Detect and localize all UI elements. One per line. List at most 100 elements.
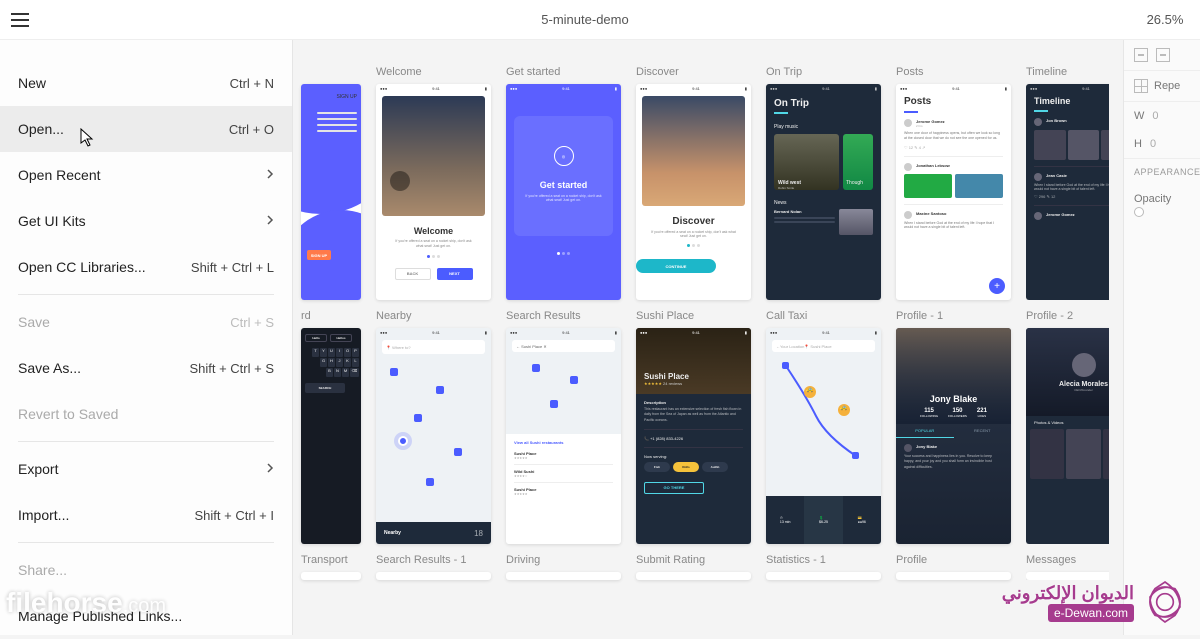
artboard[interactable]: SIGN UP SIGN UP	[301, 60, 361, 300]
menu-separator	[18, 542, 274, 543]
menu-label: Export	[18, 461, 58, 477]
h-label: H	[1134, 138, 1142, 150]
menu-import[interactable]: Import... Shift + Ctrl + I	[0, 492, 292, 538]
topbar: 5-minute-demo 26.5%	[0, 0, 1200, 40]
menu-shortcut: Ctrl + N	[230, 76, 274, 91]
menu-label: Open CC Libraries...	[18, 259, 146, 275]
artboard-label: Driving	[506, 554, 621, 568]
artboard-label: Search Results	[506, 310, 621, 324]
artboard-label: Timeline	[1026, 66, 1109, 80]
repeat-grid-label: Repe	[1154, 80, 1180, 92]
menu-label: Import...	[18, 507, 69, 523]
artboard-label	[301, 66, 361, 80]
menu-label: Get UI Kits	[18, 213, 86, 229]
artboard[interactable]: Discover ●●●9:41▮ Discover If you're off…	[636, 60, 751, 300]
repeat-grid-icon	[1134, 79, 1148, 93]
artboard[interactable]: Profile - 1 Jony Blake 115FOLLOWING 150F…	[896, 304, 1011, 544]
artboard[interactable]: Sushi Place ●●●9:41▮ Sushi Place ★★★★★ 2…	[636, 304, 751, 544]
screen-keyboard: HelloHellos TYUIOP GHJKL BNM⌫ SEARCH	[301, 328, 361, 544]
artboard-label: On Trip	[766, 66, 881, 80]
menu-label: Open Recent	[18, 167, 101, 183]
artboard-label: Profile - 2	[1026, 310, 1109, 324]
document-title: 5-minute-demo	[40, 12, 1130, 27]
artboard[interactable]: Posts ●●●9:41▮ Posts Jerome Gomez2 hrs W…	[896, 60, 1011, 300]
artboard-label: Messages	[1026, 554, 1109, 568]
artboard-label: Discover	[636, 66, 751, 80]
artboard[interactable]: Get started ●●●9:41▮ ◎ Get started If yo…	[506, 60, 621, 300]
artboard[interactable]: Timeline ●●●9:41▮ Timeline Jon Brown Jea…	[1026, 60, 1109, 300]
align-tools[interactable]	[1124, 40, 1200, 70]
menu-label: Save	[18, 314, 50, 330]
menu-save: Save Ctrl + S	[0, 299, 292, 345]
artboard[interactable]: On Trip ●●●9:41▮ On Trip Play music Wild…	[766, 60, 881, 300]
menu-revert: Revert to Saved	[0, 391, 292, 437]
menu-separator	[18, 294, 274, 295]
appearance-section-label: APPEARANCE	[1134, 167, 1200, 177]
menu-label: Revert to Saved	[18, 406, 118, 422]
screen-search-results: ●●●9:41▮ ← Sushi Place ✕ View all Sushi …	[506, 328, 621, 544]
menu-get-ui-kits[interactable]: Get UI Kits	[0, 198, 292, 244]
artboard-label: Profile	[896, 554, 1011, 568]
zoom-level[interactable]: 26.5%	[1130, 12, 1200, 27]
menu-new[interactable]: New Ctrl + N	[0, 60, 292, 106]
menu-open-cc-libraries[interactable]: Open CC Libraries... Shift + Ctrl + L	[0, 244, 292, 290]
artboard[interactable]: rd HelloHellos TYUIOP GHJKL BNM⌫ SEARCH	[301, 304, 361, 544]
menu-label: Share...	[18, 562, 67, 578]
chevron-right-icon	[266, 461, 274, 477]
artboard-label: Call Taxi	[766, 310, 881, 324]
menu-open-recent[interactable]: Open Recent	[0, 152, 292, 198]
width-field[interactable]: W 0	[1124, 102, 1200, 130]
screen-posts: ●●●9:41▮ Posts Jerome Gomez2 hrs When on…	[896, 84, 1011, 300]
menu-label: Open...	[18, 121, 64, 137]
artboard-label: Get started	[506, 66, 621, 80]
artboard-label: Profile - 1	[896, 310, 1011, 324]
artboard[interactable]: Search Results ●●●9:41▮ ← Sushi Place ✕ …	[506, 304, 621, 544]
align-middle-icon[interactable]	[1156, 48, 1170, 62]
screen-sushi: ●●●9:41▮ Sushi Place ★★★★★ 24 reviews De…	[636, 328, 751, 544]
height-field[interactable]: H 0	[1124, 130, 1200, 158]
screen-on-trip: ●●●9:41▮ On Trip Play music Wild westRob…	[766, 84, 881, 300]
artboard[interactable]: Welcome ●●●9:41▮ Welcome If you're offer…	[376, 60, 491, 300]
artboard[interactable]: Nearby ●●●9:41▮ 📍 Where to? Nearby 18	[376, 304, 491, 544]
screen-profile-1: Jony Blake 115FOLLOWING 150FOLLOWERS 221…	[896, 328, 1011, 544]
menu-shortcut: Shift + Ctrl + I	[195, 508, 274, 523]
repeat-grid-button[interactable]: Repe	[1124, 71, 1200, 101]
artboard-label: Transport	[301, 554, 361, 568]
menu-shortcut: Ctrl + O	[229, 122, 274, 137]
watermark-filehorse: filehorse.com	[6, 587, 166, 619]
menu-shortcut: Shift + Ctrl + S	[189, 361, 274, 376]
watermark-edewan: الديوان الإلكتروني e-Dewan.com	[1002, 577, 1190, 627]
screen-nearby: ●●●9:41▮ 📍 Where to? Nearby 18	[376, 328, 491, 544]
w-value: 0	[1152, 110, 1158, 122]
artboard[interactable]: Profile - 2 Alecia Morales CEO/Founder P…	[1026, 304, 1109, 544]
artboard-label: Posts	[896, 66, 1011, 80]
screen-signup: SIGN UP SIGN UP	[301, 84, 361, 300]
opacity-label: Opacity	[1134, 193, 1171, 205]
w-label: W	[1134, 110, 1144, 122]
screen-discover: ●●●9:41▮ Discover If you're offered a se…	[636, 84, 751, 300]
artboard-label: Welcome	[376, 66, 491, 80]
menu-save-as[interactable]: Save As... Shift + Ctrl + S	[0, 345, 292, 391]
h-value: 0	[1150, 138, 1156, 150]
artboard-label: Statistics - 1	[766, 554, 881, 568]
properties-panel: Repe W 0 H 0 APPEARANCE Opacity	[1123, 40, 1200, 635]
menu-label: Save As...	[18, 360, 81, 376]
artboard-label: Search Results - 1	[376, 554, 491, 568]
menu-open[interactable]: Open... Ctrl + O	[0, 106, 292, 152]
screen-welcome: ●●●9:41▮ Welcome If you're offered a sea…	[376, 84, 491, 300]
screen-get-started: ●●●9:41▮ ◎ Get started If you're offered…	[506, 84, 621, 300]
align-top-icon[interactable]	[1134, 48, 1148, 62]
hamburger-menu-button[interactable]	[0, 13, 40, 27]
menu-label: New	[18, 75, 46, 91]
file-menu: New Ctrl + N Open... Ctrl + O Open Recen…	[0, 40, 293, 635]
artboard[interactable]: Call Taxi ●●●9:41▮ ← Your Location 📍 Sus…	[766, 304, 881, 544]
design-canvas[interactable]: SIGN UP SIGN UP Welcome ●●●9:41▮ Welcome…	[293, 40, 1123, 635]
artboard-label: Submit Rating	[636, 554, 751, 568]
screen-call-taxi: ●●●9:41▮ ← Your Location 📍 Sushi Place 🚕…	[766, 328, 881, 544]
chevron-right-icon	[266, 167, 274, 183]
screen-timeline: ●●●9:41▮ Timeline Jon Brown Jean Casie W…	[1026, 84, 1109, 300]
menu-shortcut: Shift + Ctrl + L	[191, 260, 274, 275]
menu-separator	[18, 441, 274, 442]
menu-export[interactable]: Export	[0, 446, 292, 492]
artboard-label: Sushi Place	[636, 310, 751, 324]
